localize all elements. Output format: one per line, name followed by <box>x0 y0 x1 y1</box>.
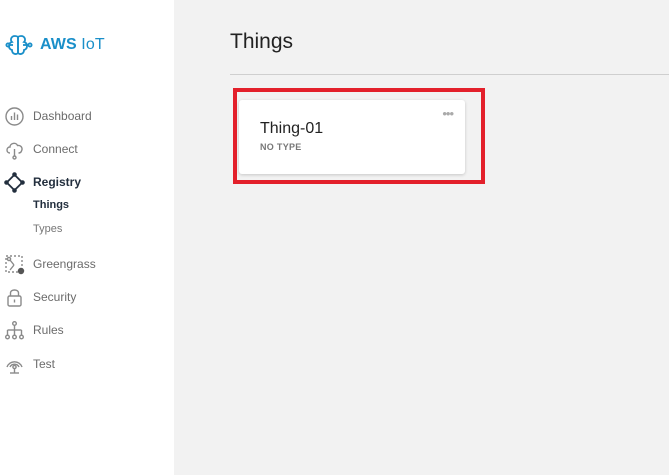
sidebar-item-rules[interactable]: Rules <box>4 319 64 341</box>
sidebar-item-label: Test <box>33 357 56 371</box>
more-options-icon[interactable]: ••• <box>442 106 454 121</box>
sidebar-item-connect[interactable]: Connect <box>4 138 78 160</box>
greengrass-icon <box>4 254 25 275</box>
sidebar-item-label: Dashboard <box>33 109 92 123</box>
cloud-connect-icon <box>4 139 25 160</box>
sidebar-item-label: Connect <box>33 142 78 156</box>
sidebar-item-label: Greengrass <box>33 257 96 271</box>
thing-card[interactable]: Thing-01 NO TYPE ••• <box>239 100 465 174</box>
sidebar-item-test[interactable]: Test <box>4 353 55 375</box>
sidebar-subitem-things[interactable]: Things <box>33 199 69 211</box>
dashboard-icon <box>4 106 25 127</box>
main-content: Things Thing-01 NO TYPE ••• <box>174 0 669 475</box>
brand-name: AWS IoT <box>40 36 105 53</box>
registry-icon <box>4 171 25 193</box>
sidebar-item-dashboard[interactable]: Dashboard <box>4 105 92 127</box>
thing-name: Thing-01 <box>260 120 324 137</box>
title-divider <box>230 74 669 75</box>
aws-iot-logo-icon <box>5 35 33 55</box>
lock-icon <box>4 287 25 308</box>
rules-icon <box>4 320 25 341</box>
sidebar-item-registry[interactable]: Registry <box>4 171 81 193</box>
sidebar-item-label: Rules <box>33 323 64 337</box>
sidebar: AWS IoT Dashboard Connect Registry Thing… <box>0 0 174 475</box>
sidebar-subitem-types[interactable]: Types <box>33 223 62 235</box>
brand[interactable]: AWS IoT <box>5 30 105 60</box>
sidebar-item-label: Security <box>33 290 77 304</box>
test-broadcast-icon <box>4 354 25 375</box>
sidebar-item-greengrass[interactable]: Greengrass <box>4 253 96 275</box>
thing-type: NO TYPE <box>260 142 302 152</box>
sidebar-item-label: Registry <box>33 175 82 189</box>
page-title: Things <box>230 30 294 53</box>
sidebar-item-security[interactable]: Security <box>4 286 76 308</box>
